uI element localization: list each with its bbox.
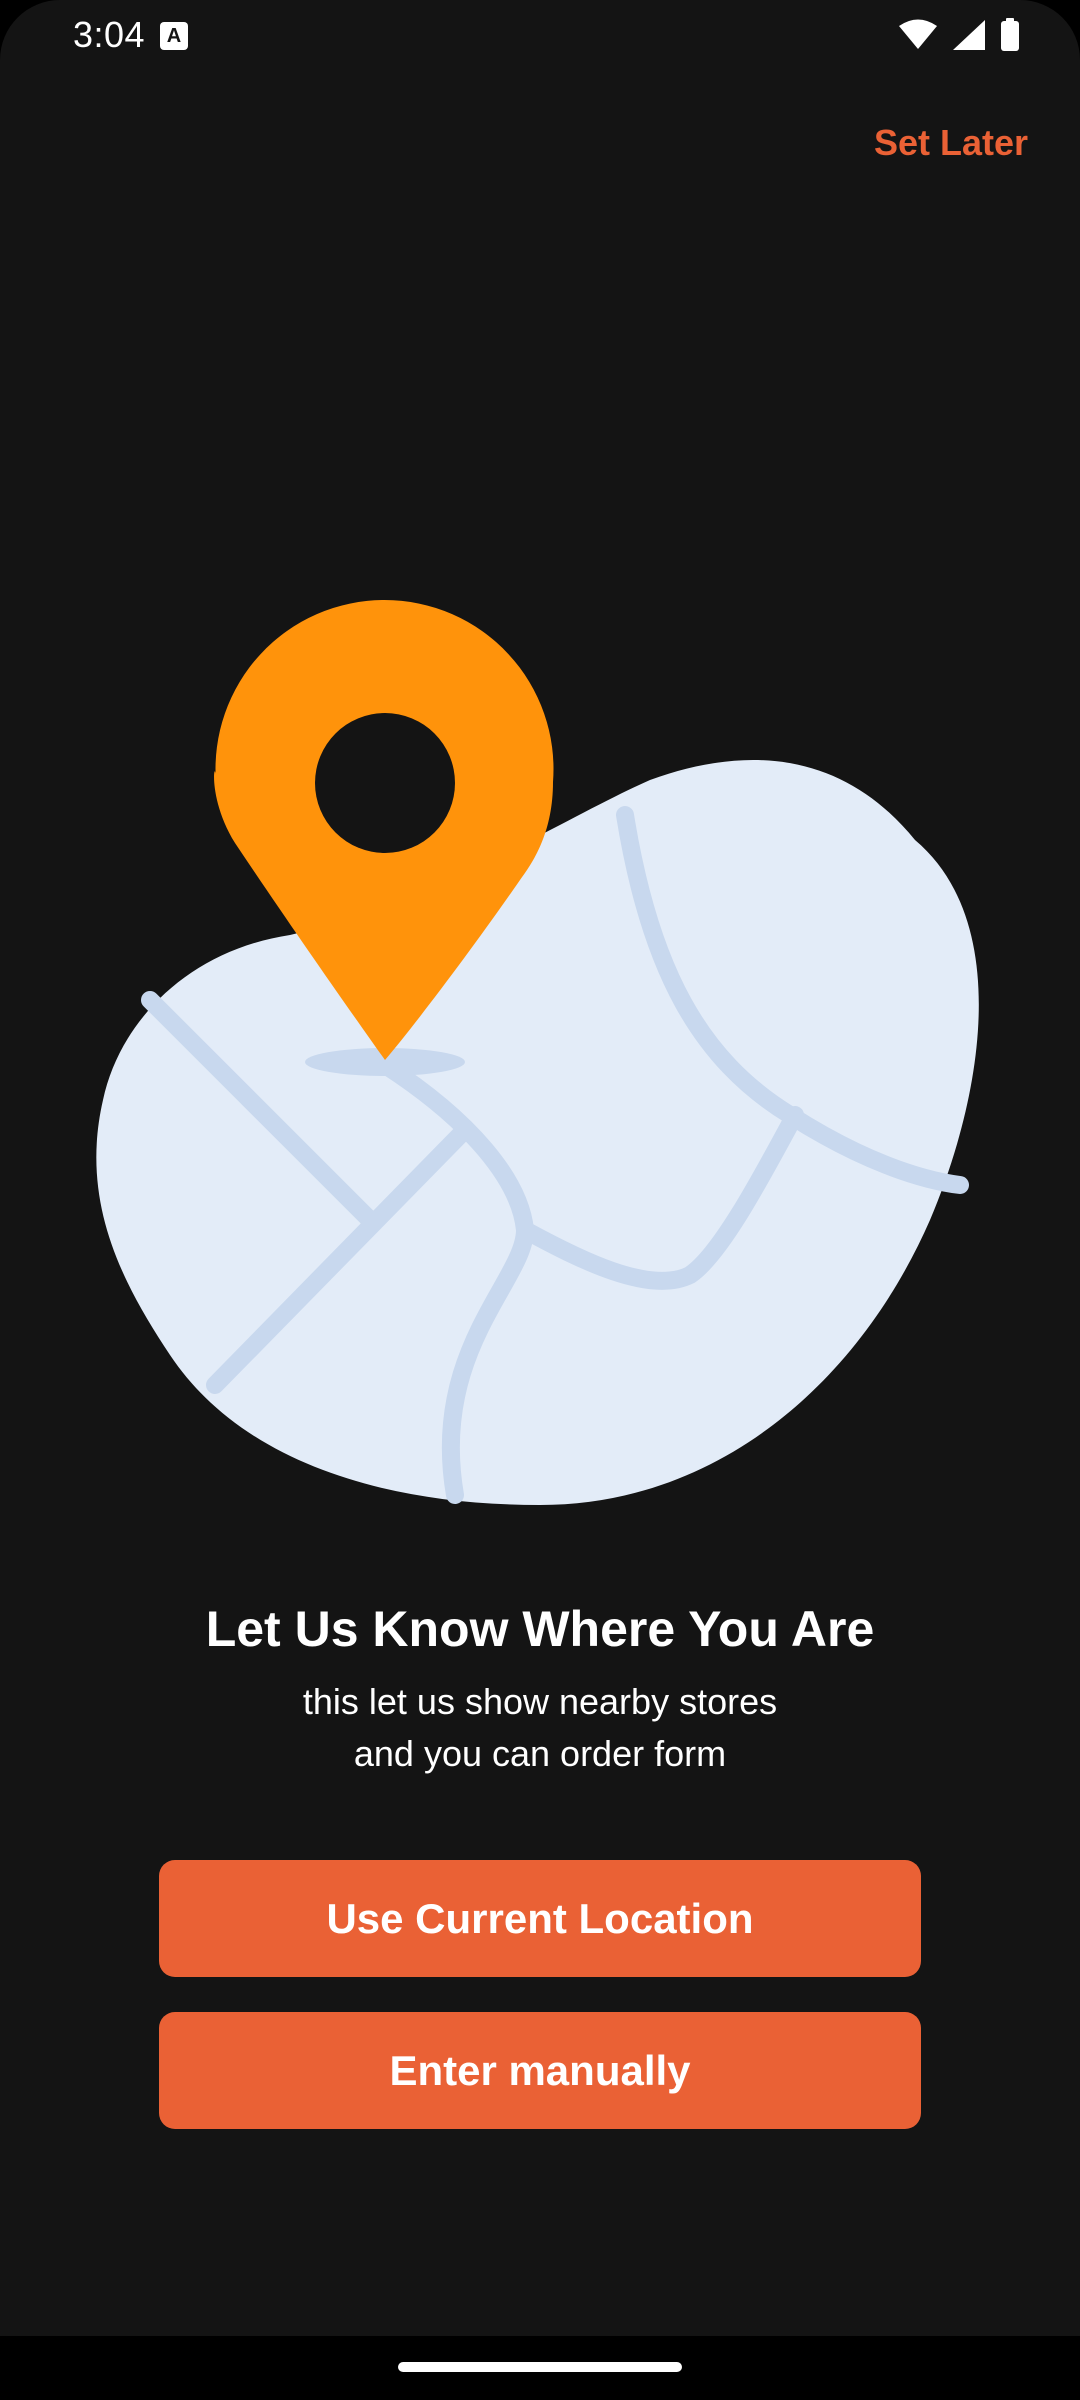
- home-indicator[interactable]: [398, 2362, 682, 2372]
- status-icons: [898, 18, 1020, 52]
- location-illustration: [96, 600, 979, 1505]
- status-bar: 3:04 A: [0, 0, 1080, 72]
- enter-manually-button[interactable]: Enter manually: [159, 2012, 921, 2129]
- status-time: 3:04: [73, 14, 146, 55]
- page-subtitle: this let us show nearby stores and you c…: [0, 1676, 1080, 1780]
- page-title: Let Us Know Where You Are: [205, 1601, 875, 1657]
- subtitle-line-2: and you can order form: [353, 1733, 727, 1774]
- use-current-location-button[interactable]: Use Current Location: [159, 1860, 921, 1977]
- screen: 3:04 A Set Later Let Us Know Where You A…: [0, 0, 1080, 2336]
- accessibility-notification-icon: A: [160, 22, 188, 50]
- wifi-icon: [899, 19, 937, 49]
- set-later-button[interactable]: Set Later: [874, 122, 1028, 164]
- subtitle-line-1: this let us show nearby stores: [302, 1681, 778, 1722]
- signal-icon: [953, 20, 985, 50]
- map-icon: [96, 760, 979, 1505]
- battery-icon: [1001, 18, 1019, 51]
